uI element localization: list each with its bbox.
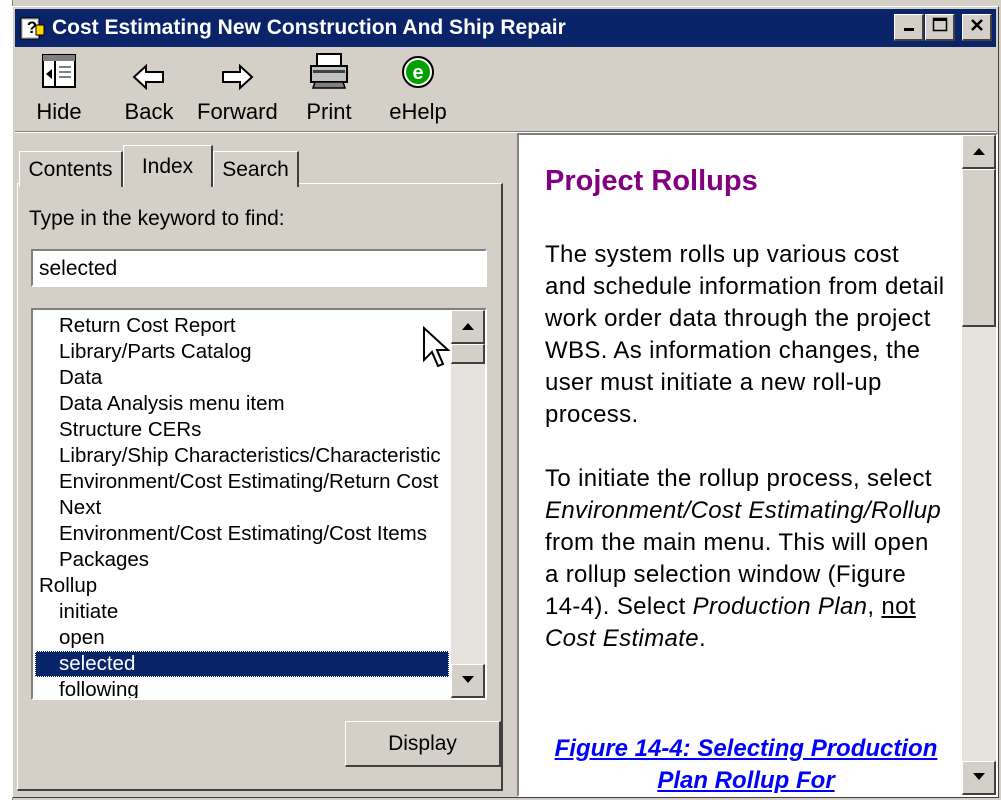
- tab-contents[interactable]: Contents: [19, 151, 123, 187]
- ehelp-button[interactable]: e eHelp: [378, 55, 458, 125]
- para2-italic: Estimate: [602, 625, 699, 652]
- print-label: Print: [306, 99, 352, 124]
- ehelp-icon: e: [400, 54, 436, 95]
- index-list-item[interactable]: Data: [35, 365, 449, 391]
- help-book-icon: ?: [18, 14, 46, 42]
- topic-heading: Project Rollups: [545, 165, 758, 197]
- back-button[interactable]: Back: [109, 55, 189, 125]
- index-list-item[interactable]: initiate: [35, 599, 449, 625]
- hide-button[interactable]: Hide: [19, 52, 99, 125]
- forward-label: Forward: [197, 99, 278, 124]
- tab-search[interactable]: Search: [213, 151, 299, 187]
- scroll-up-arrow-icon: [972, 143, 986, 161]
- index-list-item[interactable]: open: [35, 625, 449, 651]
- close-button[interactable]: [962, 14, 992, 41]
- para2-italic: Environment/Cost: [545, 497, 742, 524]
- para2-text: .: [698, 625, 706, 652]
- navigation-pane: Contents Index Search Type in the keywor…: [15, 135, 507, 795]
- index-list-item[interactable]: Data Analysis menu item: [35, 391, 449, 417]
- topic-scroll-thumb[interactable]: [962, 169, 996, 327]
- topic-scrollbar[interactable]: [962, 135, 996, 795]
- scroll-down-arrow-icon: [972, 769, 986, 787]
- index-list-item[interactable]: Return Cost Report: [35, 313, 449, 339]
- index-list-item[interactable]: following: [35, 677, 449, 698]
- maximize-icon: [932, 17, 948, 38]
- topic-pane[interactable]: Project Rollups The system rolls up vari…: [517, 133, 998, 797]
- forward-arrow-icon: [220, 63, 254, 95]
- index-list-item[interactable]: Structure CERs: [35, 417, 449, 443]
- back-label: Back: [124, 99, 174, 124]
- index-list[interactable]: Return Cost Report Library/Parts Catalog D…: [31, 308, 487, 700]
- printer-icon: [307, 52, 351, 95]
- back-arrow-icon: [132, 63, 166, 95]
- keyword-input[interactable]: selected: [31, 249, 487, 287]
- display-button-label: Display: [388, 731, 457, 755]
- tab-contents-label: Contents: [28, 157, 113, 181]
- scroll-down-button[interactable]: [451, 664, 485, 698]
- scroll-down-arrow-icon: [461, 672, 475, 690]
- scroll-thumb[interactable]: [451, 344, 485, 364]
- svg-text:e: e: [412, 62, 423, 84]
- print-button[interactable]: Print: [289, 52, 369, 125]
- help-window: ? Cost Estimating New Construction And S…: [12, 6, 999, 798]
- maximize-button[interactable]: [925, 14, 955, 41]
- figure-link[interactable]: Figure 14-4: Selecting Production Plan R…: [545, 733, 947, 795]
- para2-italic: Cost: [545, 625, 596, 652]
- mouse-pointer-icon: [422, 325, 451, 375]
- para2-text: Select: [616, 593, 693, 620]
- index-list-item[interactable]: Environment/Cost Estimating/Cost Items: [35, 521, 449, 547]
- minimize-button[interactable]: [894, 14, 924, 41]
- scroll-up-arrow-icon: [461, 318, 475, 336]
- para2-underline: not: [881, 593, 916, 620]
- topic-scroll-up-button[interactable]: [962, 135, 996, 169]
- window-title: Cost Estimating New Construction And Shi…: [52, 16, 566, 39]
- title-bar[interactable]: ? Cost Estimating New Construction And S…: [15, 9, 996, 47]
- index-list-item[interactable]: selected: [35, 651, 449, 677]
- para2-text: from the main: [545, 529, 697, 556]
- index-list-item[interactable]: Library/Ship Characteristics/Characteris…: [35, 443, 449, 469]
- para2-text: select: [867, 465, 932, 492]
- ehelp-label: eHelp: [389, 99, 447, 124]
- topic-paragraph-1: The system rolls up various cost and sch…: [545, 241, 945, 428]
- tab-index[interactable]: Index: [123, 145, 213, 187]
- display-button[interactable]: Display: [345, 721, 501, 767]
- topic-scroll-down-button[interactable]: [962, 761, 996, 795]
- minimize-icon: [902, 18, 916, 37]
- index-list-item[interactable]: Environment/Cost Estimating/Return Cost: [35, 469, 449, 495]
- para2-italic: Production Plan: [692, 593, 868, 620]
- hide-label: Hide: [36, 99, 82, 124]
- index-list-scrollbar[interactable]: [451, 310, 485, 698]
- tab-index-label: Index: [141, 154, 194, 178]
- toolbar: Hide Back Forward Print e eHelp: [15, 49, 996, 129]
- forward-button[interactable]: Forward: [197, 55, 278, 125]
- para2-text: ,: [867, 593, 882, 620]
- close-icon: [969, 17, 985, 38]
- index-list-item[interactable]: Rollup: [35, 573, 449, 599]
- hide-pane-icon: [40, 52, 78, 95]
- topic-paragraph-2: To initiate the rollup process, select E…: [545, 463, 947, 655]
- index-list-item[interactable]: Next: [35, 495, 449, 521]
- para2-text: To initiate the rollup process,: [545, 465, 861, 492]
- scroll-up-button[interactable]: [451, 310, 485, 344]
- index-list-items: Return Cost Report Library/Parts Catalog D…: [35, 313, 449, 698]
- tab-search-label: Search: [222, 157, 289, 181]
- para2-italic: Estimating/Rollup: [748, 497, 942, 524]
- index-list-item[interactable]: Packages: [35, 547, 449, 573]
- index-list-item[interactable]: Library/Parts Catalog: [35, 339, 449, 365]
- keyword-label: Type in the keyword to find:: [29, 207, 285, 230]
